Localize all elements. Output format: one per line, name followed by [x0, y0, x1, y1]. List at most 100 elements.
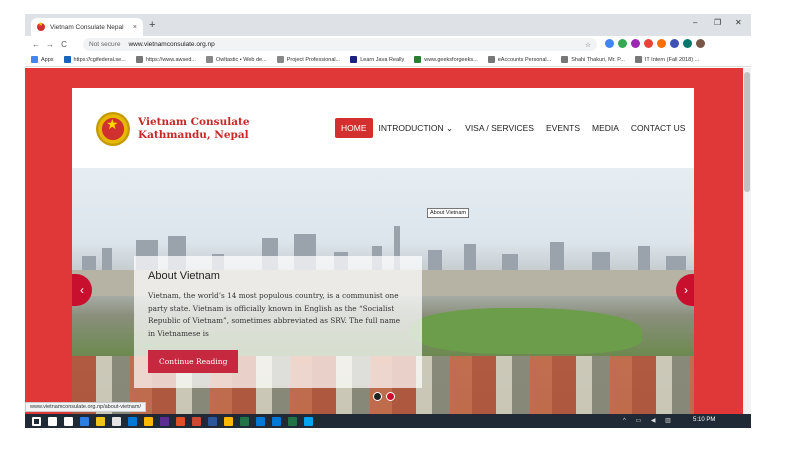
nav-media[interactable]: MEDIA [586, 118, 625, 138]
bookmark-label: IT Intern (Fall 2018) ... [644, 56, 700, 63]
bookmark-item[interactable]: Shahi Thakuri, Mr. P... [561, 56, 625, 63]
extension-icon[interactable] [696, 39, 705, 48]
lake-image [412, 308, 642, 354]
windows-taskbar: ^ ▭ ◀ ▥ 5:10 PM [25, 414, 751, 428]
nav-home[interactable]: HOME [335, 118, 373, 138]
bookmark-favicon-icon [135, 56, 143, 63]
minimize-button[interactable]: – [693, 18, 697, 27]
not-secure-label[interactable]: Not secure [89, 41, 120, 48]
emblem-star-icon: ★ [106, 116, 119, 132]
continue-reading-button[interactable]: Continue Reading [148, 350, 239, 373]
bookmark-label: https://www.awsed... [145, 56, 196, 63]
bookmark-item[interactable]: Project Professional... [276, 56, 341, 63]
bookmark-label: https://cgifederal.se... [73, 56, 126, 63]
extensions-area [605, 39, 705, 48]
browser-toolbar: ← → C Not secure www.vietnamconsulate.or… [25, 36, 751, 53]
taskbar-app-icon[interactable] [304, 416, 313, 426]
tab-close-icon[interactable]: × [133, 24, 137, 31]
nav-contact-us[interactable]: CONTACT US [625, 118, 691, 138]
bookmark-label: Apps [41, 56, 54, 63]
hero-slider: About Vietnam About Vietnam Vietnam, the… [72, 168, 694, 414]
apps-bookmark[interactable]: Apps [31, 56, 54, 63]
slider-dot-2[interactable] [386, 392, 395, 401]
bookmark-item[interactable]: www.geeksforgeeks... [414, 56, 478, 63]
taskbar-app-icon[interactable] [96, 416, 105, 426]
extension-icon[interactable] [631, 39, 640, 48]
reload-button[interactable]: C [57, 40, 71, 49]
bookmark-label: www.geeksforgeeks... [424, 56, 478, 63]
bookmark-item[interactable]: https://www.awsed... [135, 56, 196, 63]
taskbar-app-icon[interactable] [208, 416, 217, 426]
taskbar-app-icon[interactable] [224, 416, 233, 426]
bookmark-label: Shahi Thakuri, Mr. P... [571, 56, 625, 63]
taskbar-app-icon[interactable] [240, 416, 249, 426]
bookmark-item[interactable]: Owltastic • Web de... [205, 56, 267, 63]
bookmark-favicon-icon [561, 56, 569, 63]
taskbar-app-icon[interactable] [128, 416, 137, 426]
bookmark-star-icon[interactable]: ☆ [585, 41, 591, 49]
bookmark-label: Learn Java Really [360, 56, 405, 63]
taskbar-app-icon[interactable] [112, 416, 121, 426]
windows-start-icon[interactable] [32, 416, 41, 426]
bookmark-favicon-icon [414, 56, 422, 63]
system-tray-icons[interactable]: ^ ▭ ◀ ▥ [623, 417, 675, 424]
taskbar-app-icon[interactable] [176, 416, 185, 426]
scroll-thumb[interactable] [744, 72, 750, 192]
link-status-bar: www.vietnamconsulate.org.np/about-vietna… [25, 402, 146, 412]
slider-dots [373, 392, 395, 401]
slider-dot-1[interactable] [373, 392, 382, 401]
extension-icon[interactable] [657, 39, 666, 48]
webpage: ★ Vietnam Consulate Kathmandu, Nepal HOM… [25, 68, 743, 414]
taskbar-app-icon[interactable] [48, 416, 57, 426]
taskbar-app-icon[interactable] [192, 416, 201, 426]
nav-introduction[interactable]: INTRODUCTION ⌄ [373, 118, 460, 138]
next-slide-arrow-icon[interactable]: › [676, 274, 694, 306]
nav-events[interactable]: EVENTS [540, 118, 586, 138]
extension-icon[interactable] [670, 39, 679, 48]
site-logo-text[interactable]: Vietnam Consulate Kathmandu, Nepal [138, 116, 250, 142]
tooltip: About Vietnam [427, 208, 469, 218]
address-bar[interactable]: Not secure www.vietnamconsulate.org.np ☆ [83, 38, 597, 51]
taskbar-app-icon[interactable] [160, 416, 169, 426]
taskbar-app-icon[interactable] [288, 416, 297, 426]
bookmarks-bar: Apps https://cgifederal.se... https://www.… [25, 53, 751, 67]
extension-icon[interactable] [683, 39, 692, 48]
tab-title: Vietnam Consulate Nepal [50, 23, 124, 31]
bookmark-label: Project Professional... [286, 56, 341, 63]
tab-strip: Vietnam Consulate Nepal × + – ❐ ✕ [25, 14, 751, 36]
nav-visa-services[interactable]: VISA / SERVICES [459, 118, 540, 138]
close-window-button[interactable]: ✕ [735, 18, 742, 27]
back-button[interactable]: ← [29, 40, 43, 49]
url-text[interactable]: www.vietnamconsulate.org.np [128, 41, 214, 48]
extension-icon[interactable] [644, 39, 653, 48]
page-scrollbar[interactable] [743, 68, 751, 414]
taskbar-app-icon[interactable] [144, 416, 153, 426]
bookmark-item[interactable]: Learn Java Really [350, 56, 404, 63]
browser-tab[interactable]: Vietnam Consulate Nepal × [31, 18, 143, 36]
main-nav: HOME INTRODUCTION ⌄ VISA / SERVICES EVEN… [335, 118, 691, 138]
bookmark-item[interactable]: IT Intern (Fall 2018) ... [634, 56, 700, 63]
taskbar-app-icon[interactable] [272, 416, 281, 426]
bookmark-favicon-icon [63, 56, 71, 63]
browser-window: Vietnam Consulate Nepal × + – ❐ ✕ ← → C … [25, 14, 751, 428]
site-header: ★ Vietnam Consulate Kathmandu, Nepal HOM… [72, 88, 694, 168]
maximize-button[interactable]: ❐ [714, 18, 721, 27]
taskbar-app-icon[interactable] [64, 416, 73, 426]
apps-grid-icon [31, 56, 38, 63]
extension-icon[interactable] [618, 39, 627, 48]
bookmark-item[interactable]: https://cgifederal.se... [63, 56, 126, 63]
new-tab-button[interactable]: + [149, 19, 155, 31]
extension-icon[interactable] [605, 39, 614, 48]
slide-caption-box: About Vietnam Vietnam, the world’s 14 mo… [134, 256, 422, 388]
bookmark-item[interactable]: eAccounts Personal... [487, 56, 551, 63]
slide-title: About Vietnam [148, 270, 220, 282]
taskbar-app-icon[interactable] [256, 416, 265, 426]
bookmark-favicon-icon [634, 56, 642, 63]
bookmark-favicon-icon [205, 56, 213, 63]
forward-button[interactable]: → [43, 40, 57, 49]
bookmark-favicon-icon [487, 56, 495, 63]
bookmark-label: Owltastic • Web de... [215, 56, 267, 63]
taskbar-clock[interactable]: 5:10 PM [693, 417, 715, 423]
brand-line1: Vietnam Consulate [138, 116, 250, 128]
taskbar-app-icon[interactable] [80, 416, 89, 426]
